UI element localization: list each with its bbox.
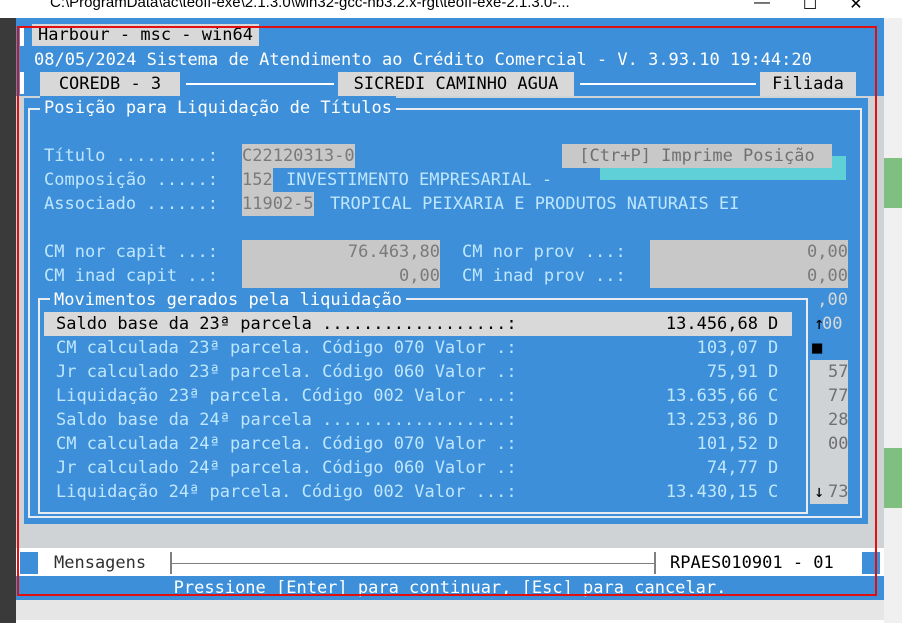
movement-value: 13.430,15 bbox=[665, 482, 758, 502]
movement-value: 13.635,66 bbox=[665, 386, 758, 406]
movement-value: 101,52 bbox=[696, 434, 758, 454]
movement-debit-credit: D bbox=[768, 458, 779, 478]
movement-debit-credit: D bbox=[768, 434, 779, 454]
movement-value: 13.456,68 bbox=[665, 314, 758, 334]
composicao-label: Composição .....: bbox=[44, 170, 218, 190]
composicao-code[interactable]: 152 bbox=[242, 168, 273, 192]
movement-label[interactable]: CM calculada 23ª parcela. Código 070 Val… bbox=[56, 336, 517, 360]
branch-name: SICREDI CAMINHO AGUA bbox=[338, 72, 574, 96]
scroll-down-icon[interactable]: ↓ bbox=[814, 480, 824, 504]
cm-inad-prov-label: CM inad prov ..: bbox=[462, 266, 626, 286]
movement-label[interactable]: Saldo base da 24ª parcela ..............… bbox=[56, 408, 517, 432]
hidden-value-3: 57 bbox=[828, 362, 849, 382]
associado-name: TROPICAL PEIXARIA E PRODUTOS NATURAIS EI bbox=[330, 194, 740, 214]
cm-inad-capit-label: CM inad capit ..: bbox=[44, 266, 218, 286]
close-icon[interactable]: ✕ bbox=[836, 0, 876, 14]
associado-code[interactable]: 11902-5 bbox=[242, 192, 314, 216]
window-title-bar: C:\ProgramData\ac\teoff-exe\2.1.3.0\win3… bbox=[0, 0, 902, 18]
composicao-description: INVESTIMENTO EMPRESARIAL - bbox=[286, 170, 553, 190]
cm-nor-capit-label: CM nor capit ...: bbox=[44, 242, 218, 262]
movement-label[interactable]: Liquidação 24ª parcela. Código 002 Valor… bbox=[56, 480, 517, 504]
scroll-up-icon[interactable]: ↑ bbox=[814, 312, 824, 336]
hidden-value-6: 00 bbox=[828, 434, 849, 454]
window-left-edge bbox=[0, 18, 16, 623]
cm-nor-capit-value: 76.463,80 bbox=[242, 240, 440, 264]
cm-nor-prov-value: 0,00 bbox=[650, 240, 848, 264]
maximize-icon[interactable]: ☐ bbox=[790, 0, 830, 14]
movement-debit-credit: C bbox=[768, 386, 779, 406]
hidden-value-5: 28 bbox=[828, 410, 849, 430]
tab-harbour[interactable]: Harbour - msc - win64 bbox=[32, 24, 259, 46]
movement-label[interactable]: CM calculada 24ª parcela. Código 070 Val… bbox=[56, 432, 517, 456]
cm-inad-capit-value: 0,00 bbox=[242, 264, 440, 288]
coredb-indicator: COREDB - 3 bbox=[40, 72, 180, 96]
movement-value: 75,91 bbox=[706, 362, 758, 382]
hidden-value-8: 73 bbox=[828, 482, 849, 502]
hidden-value-0: ,00 bbox=[817, 290, 848, 310]
background-window-strip bbox=[884, 18, 902, 623]
titulo-label: Título .........: bbox=[44, 146, 218, 166]
movement-label[interactable]: Saldo base da 23ª parcela ..............… bbox=[56, 312, 517, 336]
background-green-block bbox=[884, 158, 902, 208]
titulo-value[interactable]: C22120313-0 bbox=[242, 144, 355, 168]
movement-value: 74,77 bbox=[706, 458, 758, 478]
hidden-value-4: 77 bbox=[828, 386, 849, 406]
cm-nor-prov-label: CM nor prov ...: bbox=[462, 242, 626, 262]
panel-title: Posição para Liquidação de Títulos bbox=[40, 96, 396, 120]
system-header: 08/05/2024 Sistema de Atendimento ao Cré… bbox=[34, 50, 812, 70]
movement-label[interactable]: Jr calculado 23ª parcela. Código 060 Val… bbox=[56, 360, 517, 384]
movement-debit-credit: D bbox=[768, 338, 779, 358]
movement-debit-credit: D bbox=[768, 314, 779, 334]
messages-label: Mensagens bbox=[54, 553, 147, 573]
movement-label[interactable]: Jr calculado 24ª parcela. Código 060 Val… bbox=[56, 456, 517, 480]
movement-value: 13.253,86 bbox=[665, 410, 758, 430]
hidden-value-1: 00 bbox=[822, 314, 843, 334]
movements-title: Movimentos gerados pela liquidação bbox=[50, 288, 406, 312]
program-code: RPAES010901 - 01 bbox=[670, 553, 834, 573]
print-position-button[interactable]: [Ctr+P] Imprime Posição bbox=[562, 144, 832, 168]
harbour-console: Harbour - msc - win64 08/05/2024 Sistema… bbox=[16, 18, 884, 620]
window-title: C:\ProgramData\ac\teoff-exe\2.1.3.0\win3… bbox=[50, 0, 570, 11]
background-green-block-2 bbox=[884, 448, 902, 508]
keyboard-hint: Pressione [Enter] para continuar, [Esc] … bbox=[16, 576, 884, 600]
movement-debit-credit: D bbox=[768, 362, 779, 382]
cm-inad-prov-value: 0,00 bbox=[650, 264, 848, 288]
filiada-indicator: Filiada bbox=[760, 72, 856, 96]
movement-label[interactable]: Liquidação 23ª parcela. Código 002 Valor… bbox=[56, 384, 517, 408]
associado-label: Associado ......: bbox=[44, 194, 218, 214]
movement-debit-credit: D bbox=[768, 410, 779, 430]
movement-value: 103,07 bbox=[696, 338, 758, 358]
minimize-icon[interactable]: — bbox=[742, 0, 782, 14]
scroll-thumb[interactable]: ■ bbox=[812, 336, 822, 360]
movement-debit-credit: C bbox=[768, 482, 779, 502]
